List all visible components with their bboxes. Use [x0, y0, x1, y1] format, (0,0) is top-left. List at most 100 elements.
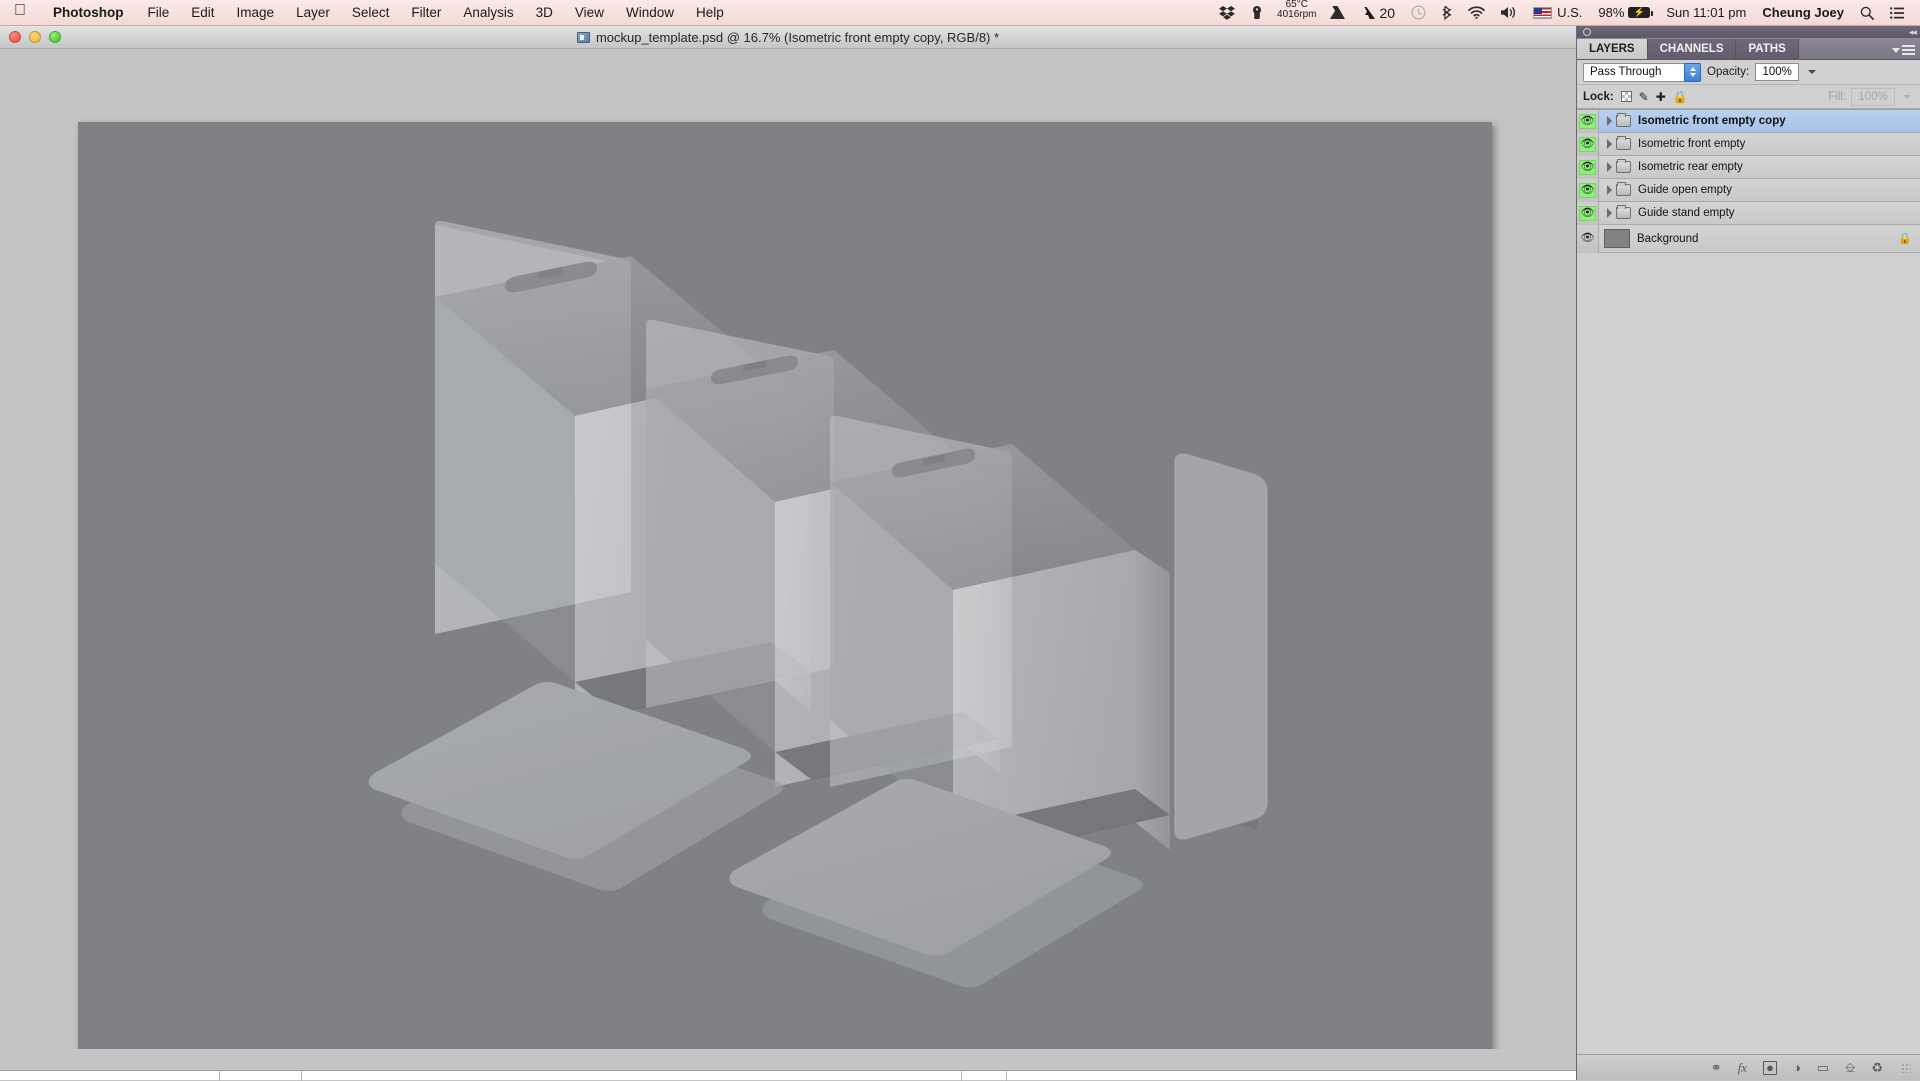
- layer-name[interactable]: Background: [1637, 233, 1698, 245]
- layer-style-icon[interactable]: fx: [1738, 1061, 1747, 1074]
- layer-visibility-toggle[interactable]: 👁: [1577, 133, 1599, 156]
- blend-mode-row: Pass Through Opacity: 100%: [1577, 60, 1920, 85]
- group-expand-arrow-icon[interactable]: [1607, 208, 1612, 218]
- layer-name[interactable]: Guide open empty: [1638, 184, 1732, 196]
- menu-item-select[interactable]: Select: [341, 0, 401, 26]
- notification-center-icon[interactable]: [1882, 0, 1912, 26]
- artboard-canvas[interactable]: [78, 122, 1492, 1050]
- panel-resize-grip[interactable]: [1901, 1063, 1911, 1073]
- panel-menu-icon[interactable]: [1892, 45, 1915, 55]
- fan-icon[interactable]: [1243, 0, 1271, 26]
- layer-mask-icon[interactable]: ●: [1763, 1061, 1777, 1075]
- group-expand-arrow-icon[interactable]: [1607, 162, 1612, 172]
- photoshop-document-icon: [577, 32, 590, 43]
- lock-row: Lock: ✎ ✚ 🔒 Fill: 100%: [1577, 85, 1920, 109]
- menu-item-view[interactable]: View: [564, 0, 615, 26]
- bluetooth-icon[interactable]: [1434, 0, 1460, 26]
- new-group-icon[interactable]: ▭: [1817, 1061, 1829, 1074]
- layer-visibility-toggle[interactable]: 👁: [1577, 179, 1599, 202]
- chevron-updown-icon[interactable]: [1684, 63, 1701, 82]
- collapse-panel-icon[interactable]: ◂◂: [1909, 27, 1916, 38]
- us-flag-icon: [1533, 7, 1552, 19]
- fill-group: Fill: 100%: [1828, 88, 1915, 106]
- layer-name[interactable]: Isometric rear empty: [1638, 161, 1743, 173]
- menu-item-layer[interactable]: Layer: [285, 0, 341, 26]
- document-title-text: mockup_template.psd @ 16.7% (Isometric f…: [596, 26, 999, 49]
- fill-label: Fill:: [1828, 91, 1846, 103]
- document-title-bar[interactable]: mockup_template.psd @ 16.7% (Isometric f…: [0, 26, 1576, 49]
- user-account-name[interactable]: Cheung Joey: [1754, 0, 1852, 26]
- volume-icon[interactable]: [1493, 0, 1525, 26]
- adjustment-layer-icon[interactable]: ◑: [1793, 1061, 1801, 1074]
- layer-name[interactable]: Guide stand empty: [1638, 207, 1735, 219]
- menu-item-image[interactable]: Image: [226, 0, 286, 26]
- dropbox-icon[interactable]: [1211, 0, 1243, 26]
- link-layers-icon[interactable]: ⚭: [1711, 1061, 1722, 1074]
- layer-row-guide-stand-empty[interactable]: 👁 Guide stand empty: [1577, 202, 1920, 225]
- document-canvas-area[interactable]: [0, 49, 1576, 1057]
- menu-item-photoshop[interactable]: Photoshop: [40, 0, 137, 26]
- tab-channels[interactable]: CHANNELS: [1648, 39, 1737, 59]
- lock-transparent-pixels-icon[interactable]: [1621, 91, 1632, 102]
- opacity-label: Opacity:: [1707, 66, 1749, 78]
- tab-paths[interactable]: PATHS: [1736, 39, 1798, 59]
- layer-visibility-toggle[interactable]: 👁: [1577, 156, 1599, 179]
- clock-datetime[interactable]: Sun 11:01 pm: [1658, 0, 1754, 26]
- battery-charging-icon: ⚡: [1628, 7, 1650, 18]
- menu-item-edit[interactable]: Edit: [180, 0, 225, 26]
- layer-row-isometric-rear-empty[interactable]: 👁 Isometric rear empty: [1577, 156, 1920, 179]
- temperature-readout[interactable]: 65°C 4016rpm: [1271, 0, 1322, 26]
- layer-visibility-toggle[interactable]: 👁: [1577, 202, 1599, 225]
- document-title: mockup_template.psd @ 16.7% (Isometric f…: [0, 26, 1576, 49]
- layer-visibility-toggle[interactable]: 👁: [1577, 225, 1599, 253]
- input-source-indicator[interactable]: U.S.: [1525, 0, 1590, 26]
- folder-icon: [1616, 161, 1631, 173]
- layer-row-isometric-front-empty[interactable]: 👁 Isometric front empty: [1577, 133, 1920, 156]
- layer-name[interactable]: Isometric front empty: [1638, 138, 1745, 150]
- new-layer-icon[interactable]: ⎒: [1845, 1061, 1855, 1074]
- opacity-slider-chevron-icon[interactable]: [1808, 70, 1816, 74]
- layer-row-isometric-front-empty-copy[interactable]: 👁 Isometric front empty copy: [1577, 110, 1920, 133]
- battery-percent: 98%: [1598, 5, 1624, 20]
- group-expand-arrow-icon[interactable]: [1607, 116, 1612, 126]
- menu-item-analysis[interactable]: Analysis: [452, 0, 524, 26]
- delete-layer-icon[interactable]: ♻: [1871, 1061, 1883, 1074]
- adobe-icon[interactable]: 20: [1353, 0, 1403, 26]
- menu-item-window[interactable]: Window: [615, 0, 685, 26]
- group-expand-arrow-icon[interactable]: [1607, 139, 1612, 149]
- layer-row-background[interactable]: 👁 Background 🔒: [1577, 225, 1920, 253]
- layer-list[interactable]: 👁 Isometric front empty copy 👁 Isometric…: [1577, 109, 1920, 1054]
- time-machine-icon[interactable]: [1403, 0, 1434, 26]
- menu-item-help[interactable]: Help: [685, 0, 735, 26]
- wifi-icon[interactable]: [1460, 0, 1493, 26]
- iso-standing-card: [1175, 454, 1267, 838]
- panel-title-bar[interactable]: ◂◂: [1577, 26, 1920, 38]
- group-expand-arrow-icon[interactable]: [1607, 185, 1612, 195]
- menu-item-filter[interactable]: Filter: [400, 0, 452, 26]
- layer-row-guide-open-empty[interactable]: 👁 Guide open empty: [1577, 179, 1920, 202]
- folder-icon: [1616, 115, 1631, 127]
- search-icon[interactable]: [1852, 0, 1882, 26]
- lock-image-pixels-icon[interactable]: ✎: [1639, 91, 1649, 103]
- lock-position-icon[interactable]: ✚: [1656, 91, 1666, 103]
- tab-layers[interactable]: LAYERS: [1577, 39, 1648, 59]
- layer-name[interactable]: Isometric front empty copy: [1638, 115, 1786, 127]
- opacity-input[interactable]: 100%: [1755, 63, 1799, 81]
- battery-status[interactable]: 98% ⚡: [1590, 0, 1658, 26]
- lock-all-icon[interactable]: 🔒: [1673, 91, 1688, 103]
- apple-icon[interactable]: : [0, 3, 40, 22]
- menu-item-3d[interactable]: 3D: [525, 0, 564, 26]
- fill-slider-chevron-icon[interactable]: [1903, 95, 1911, 99]
- lock-label: Lock:: [1583, 91, 1614, 103]
- folder-icon: [1616, 184, 1631, 196]
- layer-thumbnail[interactable]: [1604, 229, 1630, 248]
- layer-visibility-toggle[interactable]: 👁: [1577, 110, 1599, 133]
- input-source-label: U.S.: [1557, 5, 1582, 20]
- menu-item-file[interactable]: File: [137, 0, 181, 26]
- google-drive-icon[interactable]: [1322, 0, 1353, 26]
- document-status-bar: [0, 1049, 1576, 1057]
- fill-input[interactable]: 100%: [1851, 88, 1895, 106]
- menu-bar-status-area: 65°C 4016rpm 20 U.S. 98% ⚡ Sun 1: [1211, 0, 1920, 26]
- adobe-count: 20: [1379, 5, 1395, 21]
- blend-mode-select[interactable]: Pass Through: [1583, 63, 1701, 82]
